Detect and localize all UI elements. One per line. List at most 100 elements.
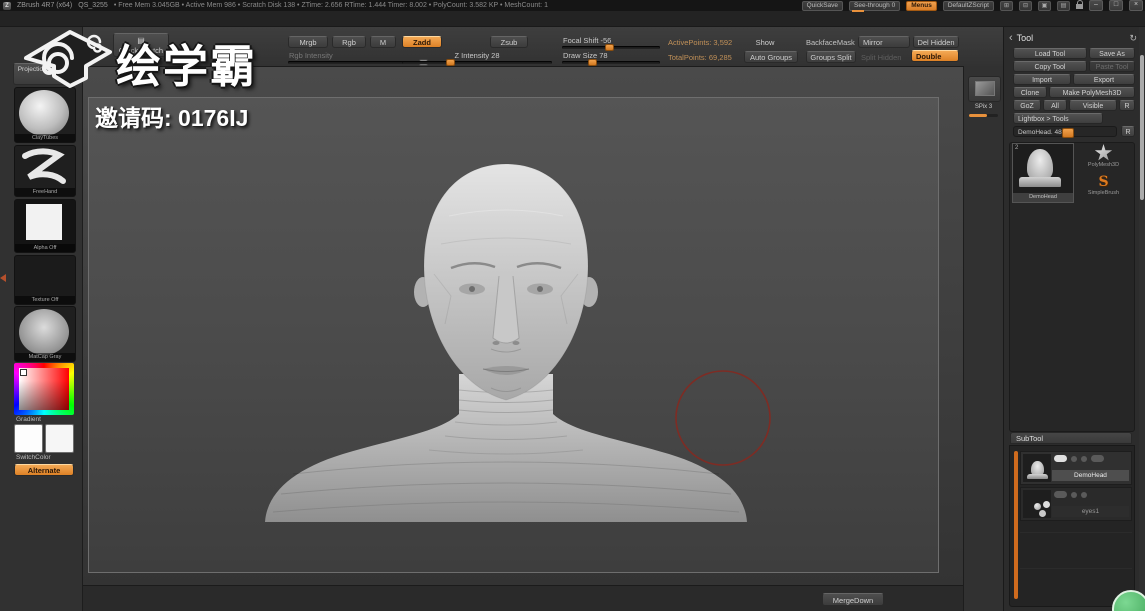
all-button[interactable]: All bbox=[1043, 100, 1067, 111]
quicksave-button[interactable]: QuickSave bbox=[801, 0, 844, 11]
menubar bbox=[0, 11, 1145, 27]
close-button[interactable]: × bbox=[1129, 0, 1143, 11]
material-sphere-icon bbox=[19, 309, 69, 355]
canvas[interactable] bbox=[82, 66, 963, 585]
mrgb-button[interactable]: Mrgb bbox=[288, 36, 328, 48]
zbrush-app-icon: Z bbox=[3, 1, 11, 10]
uv-icon[interactable] bbox=[1081, 455, 1087, 462]
alpha-name-label: Alpha Off bbox=[15, 244, 75, 252]
rgb-intensity-label: Rgb Intensity bbox=[289, 51, 333, 60]
zbrush-window: Z ZBrush 4R7 (x64) QS_3255 • Free Mem 3.… bbox=[0, 0, 1145, 611]
tool-palette-header[interactable]: ‹ Tool ↻ bbox=[1004, 30, 1145, 46]
load-tool-button[interactable]: Load Tool bbox=[1013, 48, 1087, 59]
tool-thumb-SimpleBrush[interactable]: S SimpleBrush bbox=[1075, 174, 1132, 202]
texture-name-label: Texture Off bbox=[15, 296, 75, 304]
goz-button[interactable]: GoZ bbox=[1013, 100, 1041, 111]
tool-refresh-icon[interactable]: ↻ bbox=[1129, 33, 1137, 44]
left-shelf: Projection Master ClayTubes FreeHand Alp… bbox=[0, 27, 83, 611]
spix-slider[interactable]: SPix 3 bbox=[967, 104, 1000, 118]
saturation-square[interactable] bbox=[19, 368, 69, 410]
uv-icon[interactable] bbox=[1081, 491, 1087, 498]
render-preview-icon[interactable] bbox=[968, 76, 1001, 102]
right-shelf: SPix 3 bbox=[963, 66, 1005, 611]
panel-toggle-icon-1[interactable]: ⊞ bbox=[1000, 0, 1013, 11]
auto-groups-button[interactable]: Auto Groups bbox=[744, 51, 798, 63]
watermark-logo-text: 绘学霸 bbox=[116, 41, 258, 92]
gradient-toggle[interactable]: Gradient bbox=[0, 416, 82, 423]
zsub-button[interactable]: Zsub bbox=[490, 36, 528, 48]
render-toggle-icon[interactable] bbox=[1091, 455, 1104, 462]
session-label: QS_3255 bbox=[78, 2, 108, 9]
document-area[interactable] bbox=[88, 97, 939, 573]
subtool-scroll-bar[interactable] bbox=[1014, 451, 1018, 599]
color-picker[interactable] bbox=[14, 363, 74, 415]
visibility-eye-icon[interactable] bbox=[1054, 455, 1067, 462]
default-zscript-button[interactable]: DefaultZScript bbox=[942, 0, 994, 11]
double-button[interactable]: Double bbox=[911, 50, 959, 62]
lock-icon[interactable] bbox=[1076, 0, 1083, 9]
subtool-header[interactable]: SubTool bbox=[1010, 432, 1132, 444]
visible-button[interactable]: Visible bbox=[1069, 100, 1117, 111]
switch-color-button[interactable]: SwitchColor bbox=[0, 454, 82, 461]
slider-r-button[interactable]: R bbox=[1121, 126, 1135, 137]
draw-size-label: Draw Size 78 bbox=[563, 51, 608, 60]
del-hidden-button[interactable]: Del Hidden bbox=[913, 36, 959, 48]
shelf-divider-arrow[interactable] bbox=[0, 274, 6, 282]
panel-scrollbar-thumb[interactable] bbox=[1140, 55, 1144, 200]
demohead-model[interactable] bbox=[89, 98, 940, 574]
backface-mask-button[interactable]: BackfaceMask bbox=[806, 38, 855, 47]
draw-size-slider[interactable]: Draw Size 78 bbox=[562, 51, 660, 66]
split-hidden-button[interactable]: Split Hidden bbox=[861, 53, 901, 62]
zadd-button[interactable]: Zadd bbox=[402, 36, 442, 48]
polypaint-icon[interactable] bbox=[1071, 491, 1077, 498]
collapse-chevron-icon[interactable]: ‹ bbox=[1009, 33, 1013, 44]
tool-thumb-PolyMesh3D[interactable]: PolyMesh3D bbox=[1075, 144, 1132, 172]
subtool-row-demohead[interactable]: DemoHead bbox=[1020, 451, 1132, 485]
make-polymesh3d-button[interactable]: Make PolyMesh3D bbox=[1049, 87, 1135, 98]
visibility-eye-icon[interactable] bbox=[1054, 491, 1067, 498]
groups-split-button[interactable]: Groups Split bbox=[806, 51, 856, 63]
minimize-button[interactable]: – bbox=[1089, 0, 1103, 11]
current-material-thumbnail[interactable]: MatCap Gray bbox=[14, 306, 76, 362]
simplebrush-thumbnail-icon: S bbox=[1098, 174, 1109, 190]
menus-button[interactable]: Menus bbox=[906, 0, 937, 11]
alternate-button[interactable]: Alternate bbox=[14, 464, 74, 476]
m-button[interactable]: M bbox=[370, 36, 396, 48]
save-as-button[interactable]: Save As bbox=[1089, 48, 1135, 59]
merge-down-button[interactable]: MergeDown bbox=[822, 593, 884, 606]
clone-button[interactable]: Clone bbox=[1013, 87, 1047, 98]
z-intensity-slider[interactable]: Z Intensity 28 bbox=[402, 51, 552, 66]
export-button[interactable]: Export bbox=[1073, 74, 1135, 85]
stroke-name-label: FreeHand bbox=[15, 188, 75, 196]
tool-thumb-current-DemoHead[interactable]: 2 DemoHead bbox=[1012, 143, 1074, 203]
current-texture-thumbnail[interactable]: Texture Off bbox=[14, 255, 76, 305]
star-thumbnail-icon bbox=[1094, 144, 1113, 161]
secondary-color-swatch[interactable] bbox=[45, 424, 74, 453]
paste-tool-button[interactable]: Paste Tool bbox=[1089, 61, 1135, 72]
rgb-button[interactable]: Rgb bbox=[332, 36, 366, 48]
goz-r-button[interactable]: R bbox=[1119, 100, 1135, 111]
lightbox-tools-button[interactable]: Lightbox > Tools bbox=[1013, 113, 1103, 124]
polypaint-icon[interactable] bbox=[1071, 455, 1077, 462]
current-stroke-thumbnail[interactable]: FreeHand bbox=[14, 145, 76, 197]
brush-cursor-circle bbox=[675, 370, 771, 466]
total-points-stat: TotalPoints: 69,285 bbox=[668, 53, 732, 62]
eyes-thumbnail-icon bbox=[1033, 503, 1041, 510]
subtool-row-eyes1[interactable]: eyes1 bbox=[1020, 487, 1132, 521]
focal-shift-slider[interactable]: Focal Shift -56 bbox=[562, 36, 660, 51]
import-button[interactable]: Import bbox=[1013, 74, 1071, 85]
head-thumbnail-icon bbox=[1019, 149, 1061, 187]
screenshot-icon[interactable]: ▣ bbox=[1038, 0, 1051, 11]
current-alpha-thumbnail[interactable]: Alpha Off bbox=[14, 199, 76, 253]
show-button[interactable]: Show bbox=[748, 36, 782, 48]
huixueba-logo-icon bbox=[20, 18, 115, 103]
material-name-label: MatCap Gray bbox=[15, 353, 75, 361]
mirror-button[interactable]: Mirror bbox=[858, 36, 910, 48]
restore-button[interactable]: □ bbox=[1109, 0, 1123, 11]
see-through-slider[interactable]: See-through 0 bbox=[849, 0, 901, 12]
copy-tool-button[interactable]: Copy Tool bbox=[1013, 61, 1087, 72]
main-color-swatch[interactable] bbox=[14, 424, 43, 453]
demohead-slider[interactable]: DemoHead. 48 bbox=[1013, 126, 1117, 138]
panel-toggle-icon-2[interactable]: ⊟ bbox=[1019, 0, 1032, 11]
grab-doc-icon[interactable]: ▤ bbox=[1057, 0, 1070, 11]
